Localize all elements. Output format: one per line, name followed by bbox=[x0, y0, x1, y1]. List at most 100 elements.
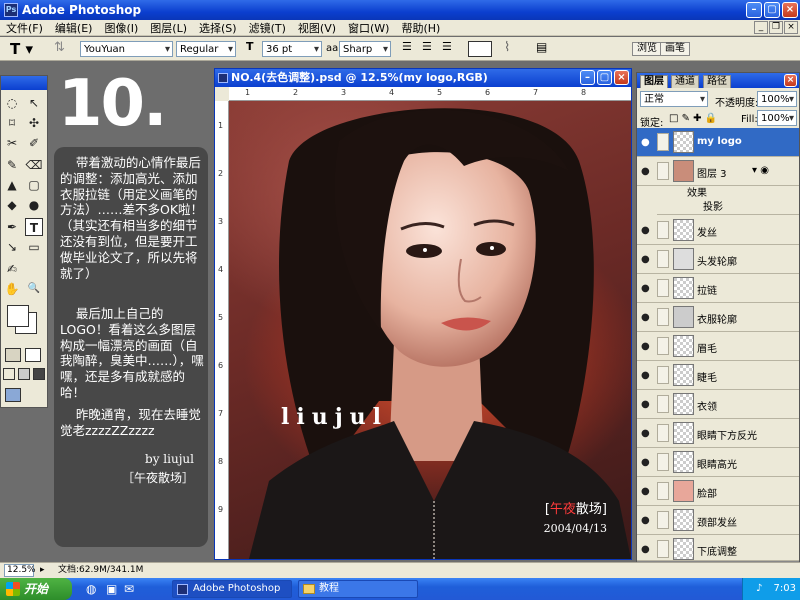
pen-tool-icon[interactable]: ✒ bbox=[3, 218, 21, 236]
jump-to-imageready-icon[interactable] bbox=[5, 388, 21, 402]
toolbox-header[interactable] bbox=[1, 76, 47, 90]
taskbar-photoshop-button[interactable]: Adobe Photoshop bbox=[172, 580, 292, 598]
layer-effects-icon[interactable]: ▾ ◉ bbox=[752, 165, 769, 176]
text-orientation-icon[interactable]: ⇅ bbox=[54, 40, 72, 57]
layer-row-neck-hair[interactable]: ● 颈部发丝 bbox=[637, 506, 799, 535]
text-color-swatch[interactable] bbox=[468, 41, 492, 57]
layer-link-icon[interactable] bbox=[657, 395, 669, 413]
full-screen-mode-icon[interactable] bbox=[33, 368, 45, 380]
layer-link-icon[interactable] bbox=[657, 540, 669, 558]
zoom-level-field[interactable]: 12.5% bbox=[4, 564, 36, 577]
palette-well-browse-tab[interactable]: 浏览 bbox=[632, 42, 662, 56]
document-title-bar[interactable]: NO.4(去色调整).psd @ 12.5%(my logo,RGB) – ▢ … bbox=[215, 69, 631, 87]
doc-minimize-button[interactable]: _ bbox=[754, 21, 768, 34]
visibility-eye-icon[interactable]: ● bbox=[641, 515, 650, 526]
tab-channels[interactable]: 通道 bbox=[671, 75, 699, 88]
foreground-color-swatch[interactable] bbox=[7, 305, 29, 327]
layer-row-hair-strands[interactable]: ● 发丝 bbox=[637, 216, 799, 245]
visibility-eye-icon[interactable]: ● bbox=[641, 544, 650, 555]
layer-row-my-logo[interactable]: ● my logo bbox=[637, 128, 799, 157]
layer-link-icon[interactable] bbox=[657, 424, 669, 442]
warp-text-icon[interactable]: ⌇ bbox=[504, 40, 520, 57]
visibility-eye-icon[interactable]: ● bbox=[641, 225, 650, 236]
blend-mode-select[interactable]: 正常 bbox=[640, 91, 708, 107]
tab-layers[interactable]: 图层 bbox=[640, 75, 668, 88]
burn-tool-icon[interactable]: ● bbox=[25, 196, 43, 214]
quicklaunch-mail-icon[interactable]: ✉ bbox=[124, 582, 134, 596]
effects-label[interactable]: 效果 bbox=[657, 187, 799, 201]
layer-link-icon[interactable] bbox=[657, 162, 669, 180]
image-canvas[interactable]: liujul [午夜散场] 2004/04/13 bbox=[229, 101, 631, 559]
shape-tool-icon[interactable]: ▭ bbox=[25, 238, 43, 256]
align-right-icon[interactable]: ☰ bbox=[442, 40, 462, 57]
maximize-button[interactable]: ▢ bbox=[764, 2, 780, 18]
palettes-toggle-icon[interactable]: ▤ bbox=[536, 40, 552, 57]
marquee-tool-icon[interactable]: ◌ bbox=[3, 94, 21, 112]
layer-link-icon[interactable] bbox=[657, 279, 669, 297]
status-arrow-icon[interactable]: ▸ bbox=[40, 563, 50, 578]
menu-select[interactable]: 选择(S) bbox=[193, 20, 243, 36]
quick-mask-mode-icon[interactable] bbox=[25, 348, 41, 362]
horizontal-ruler[interactable]: 1 2 3 4 5 6 7 8 bbox=[229, 87, 631, 101]
minimize-button[interactable]: – bbox=[746, 2, 762, 18]
palette-close-button[interactable]: × bbox=[784, 74, 797, 87]
visibility-eye-icon[interactable]: ● bbox=[641, 341, 650, 352]
layer-link-icon[interactable] bbox=[657, 366, 669, 384]
layer-row-under-eye-reflection[interactable]: ● 眼睛下方反光 bbox=[637, 419, 799, 448]
layer-link-icon[interactable] bbox=[657, 221, 669, 239]
type-tool-preset-icon[interactable]: T ▾ bbox=[10, 40, 40, 58]
eraser-tool-icon[interactable]: ⌫ bbox=[25, 156, 43, 174]
eyedropper-tool-icon[interactable]: ✍ bbox=[3, 260, 21, 278]
path-selection-tool-icon[interactable]: ↘ bbox=[3, 238, 21, 256]
layer-row-clothes-outline[interactable]: ● 衣服轮廓 bbox=[637, 303, 799, 332]
magic-wand-tool-icon[interactable]: ✣ bbox=[25, 114, 43, 132]
layer-row-hair-outline[interactable]: ● 头发轮廓 bbox=[637, 245, 799, 274]
lasso-tool-icon[interactable]: ⌑ bbox=[3, 114, 21, 132]
lock-options-icon[interactable]: □ ✎ ✚ 🔒 bbox=[669, 113, 717, 124]
visibility-eye-icon[interactable]: ● bbox=[641, 283, 650, 294]
layer-link-icon[interactable] bbox=[657, 133, 669, 151]
full-screen-menu-mode-icon[interactable] bbox=[18, 368, 30, 380]
visibility-eye-icon[interactable]: ● bbox=[641, 137, 650, 148]
opacity-field[interactable]: 100% bbox=[757, 91, 797, 107]
doc-window-maximize-button[interactable]: ▢ bbox=[597, 70, 612, 85]
speaker-icon[interactable]: ♪ bbox=[756, 583, 762, 594]
align-center-icon[interactable]: ☰ bbox=[422, 40, 442, 57]
layer-link-icon[interactable] bbox=[657, 250, 669, 268]
menu-view[interactable]: 视图(V) bbox=[292, 20, 342, 36]
menu-filter[interactable]: 滤镜(T) bbox=[243, 20, 292, 36]
standard-screen-mode-icon[interactable] bbox=[3, 368, 15, 380]
font-family-select[interactable]: YouYuan bbox=[80, 41, 173, 57]
layer-link-icon[interactable] bbox=[657, 308, 669, 326]
tab-paths[interactable]: 路径 bbox=[703, 75, 731, 88]
doc-window-close-button[interactable]: × bbox=[614, 70, 629, 85]
close-button[interactable]: × bbox=[782, 2, 798, 18]
crop-tool-icon[interactable]: ✂ bbox=[3, 134, 21, 152]
layer-row-collar[interactable]: ● 衣领 bbox=[637, 390, 799, 419]
menu-image[interactable]: 图像(I) bbox=[98, 20, 144, 36]
menu-window[interactable]: 窗口(W) bbox=[342, 20, 395, 36]
layer-row-base-adjust[interactable]: ● 下底调整 bbox=[637, 535, 799, 561]
effect-drop-shadow[interactable]: 投影 bbox=[657, 201, 799, 215]
menu-file[interactable]: 文件(F) bbox=[0, 20, 49, 36]
visibility-eye-icon[interactable]: ● bbox=[641, 486, 650, 497]
visibility-eye-icon[interactable]: ● bbox=[641, 312, 650, 323]
palette-well-brushes-tab[interactable]: 画笔 bbox=[660, 42, 690, 56]
layer-row-zipper[interactable]: ● 拉链 bbox=[637, 274, 799, 303]
layer-row-eye-highlight[interactable]: ● 眼睛高光 bbox=[637, 448, 799, 477]
layer-row-eyebrows[interactable]: ● 眉毛 bbox=[637, 332, 799, 361]
align-left-icon[interactable]: ☰ bbox=[402, 40, 422, 57]
menu-edit[interactable]: 编辑(E) bbox=[49, 20, 99, 36]
visibility-eye-icon[interactable]: ● bbox=[641, 370, 650, 381]
visibility-eye-icon[interactable]: ● bbox=[641, 399, 650, 410]
menu-layer[interactable]: 图层(L) bbox=[144, 20, 193, 36]
visibility-eye-icon[interactable]: ● bbox=[641, 166, 650, 177]
hand-tool-icon[interactable]: ✋ bbox=[3, 280, 21, 298]
visibility-eye-icon[interactable]: ● bbox=[641, 254, 650, 265]
blur-tool-icon[interactable]: ▲ bbox=[3, 176, 21, 194]
gradient-tool-icon[interactable]: ▢ bbox=[25, 176, 43, 194]
healing-brush-tool-icon[interactable]: ✎ bbox=[3, 156, 21, 174]
dodge-tool-icon[interactable]: ◆ bbox=[3, 196, 21, 214]
zoom-tool-icon[interactable]: 🔍 bbox=[25, 280, 43, 298]
taskbar-folder-button[interactable]: 教程 bbox=[298, 580, 418, 598]
